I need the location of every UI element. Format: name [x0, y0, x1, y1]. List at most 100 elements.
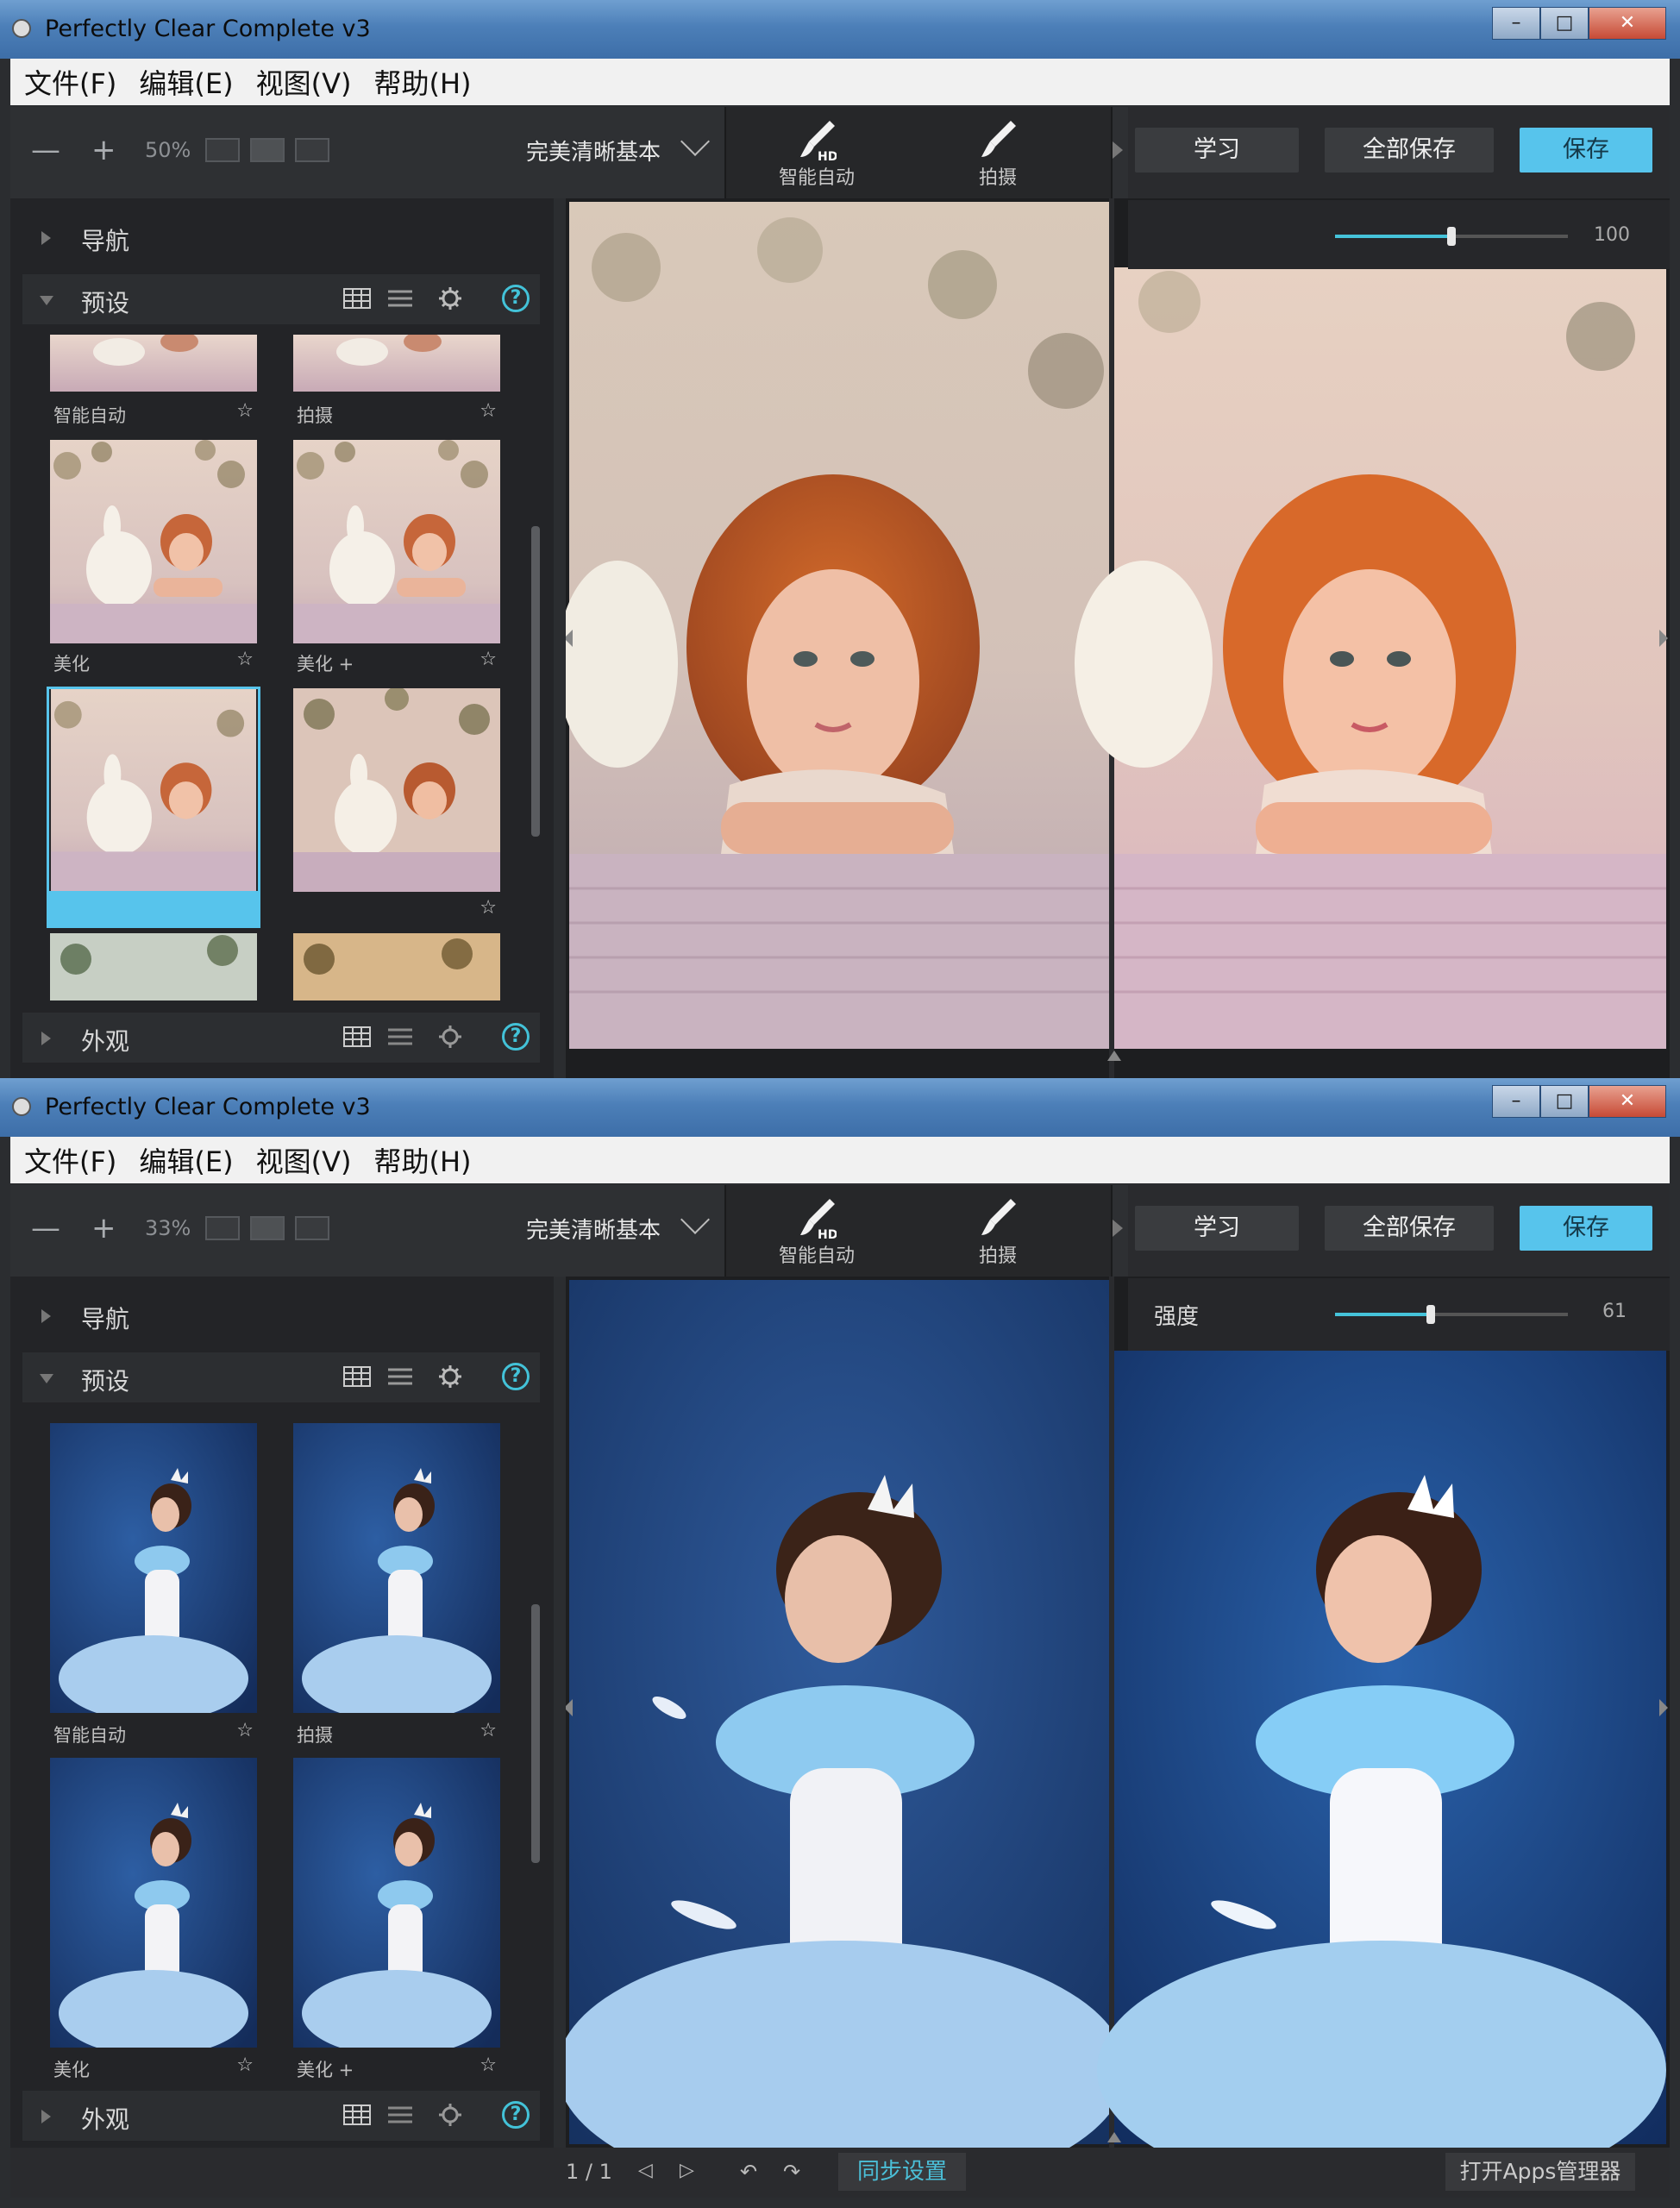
preset-thumbnail[interactable]: 拍摄 ☆	[293, 1423, 500, 1747]
preset-thumbnail[interactable]: 美化 ☆	[50, 440, 257, 678]
save-all-button[interactable]: 全部保存	[1325, 128, 1494, 172]
zoom-in-button[interactable]: +	[91, 133, 116, 167]
maximize-button[interactable]: □	[1540, 7, 1589, 40]
list-view-icon[interactable]	[386, 286, 414, 310]
preset-thumbnail[interactable]: 拍摄 ☆	[293, 335, 500, 430]
side-by-side-view-button[interactable]	[295, 138, 329, 162]
learn-button[interactable]: 学习	[1135, 1206, 1299, 1251]
panel-presets[interactable]: 预设 ?	[22, 274, 540, 324]
learn-button[interactable]: 学习	[1135, 128, 1299, 172]
star-icon[interactable]: ☆	[236, 400, 254, 422]
menu-edit[interactable]: 编辑(E)	[139, 62, 233, 102]
menu-file[interactable]: 文件(F)	[24, 62, 116, 102]
gear-icon[interactable]	[436, 1364, 464, 1389]
star-icon[interactable]: ☆	[480, 1720, 497, 1741]
undo-icon[interactable]: ↶	[740, 2160, 757, 2184]
tool-shoot[interactable]: 拍摄	[925, 1190, 1071, 1273]
expand-arrow-icon[interactable]	[1113, 1220, 1123, 1237]
menu-file[interactable]: 文件(F)	[24, 1140, 116, 1180]
help-icon[interactable]: ?	[502, 1363, 530, 1390]
menu-edit[interactable]: 编辑(E)	[139, 1140, 233, 1180]
preset-thumbnail[interactable]: 美化 + ☆	[293, 1758, 500, 2082]
strength-slider-knob[interactable]	[1426, 1305, 1435, 1324]
chevron-down-icon[interactable]	[680, 127, 710, 156]
save-button[interactable]: 保存	[1520, 128, 1652, 172]
list-view-icon[interactable]	[386, 2103, 414, 2127]
expand-arrow-icon[interactable]	[1113, 141, 1123, 159]
star-icon[interactable]: ☆	[236, 649, 254, 670]
single-view-button[interactable]	[205, 1216, 240, 1240]
photo-canvas[interactable]	[557, 198, 1670, 1078]
single-view-button[interactable]	[205, 138, 240, 162]
preset-thumbnail[interactable]	[50, 933, 257, 1000]
minimize-button[interactable]: –	[1492, 7, 1540, 40]
help-icon[interactable]: ?	[502, 1023, 530, 1051]
minimize-button[interactable]: –	[1492, 1085, 1540, 1118]
star-icon[interactable]: ☆	[236, 2054, 254, 2076]
preset-dropdown[interactable]: 完美清晰基本	[526, 1213, 661, 1245]
zoom-in-button[interactable]: +	[91, 1211, 116, 1245]
star-icon[interactable]: ☆	[480, 2054, 497, 2076]
redo-icon[interactable]: ↷	[783, 2160, 800, 2184]
grid-view-icon[interactable]	[343, 2103, 371, 2127]
menu-view[interactable]: 视图(V)	[256, 1140, 352, 1180]
list-view-icon[interactable]	[386, 1025, 414, 1049]
star-icon[interactable]: ☆	[480, 400, 497, 422]
tool-smart-auto[interactable]: HD 智能自动	[743, 112, 890, 195]
star-icon[interactable]: ☆	[236, 1720, 254, 1741]
panel-title: 导航	[81, 1305, 130, 1333]
side-by-side-view-button[interactable]	[295, 1216, 329, 1240]
photo-canvas[interactable]	[557, 1276, 1670, 2199]
preset-thumbnail[interactable]: 智能自动 ☆	[50, 1423, 257, 1747]
next-page-icon[interactable]: ▷	[680, 2160, 694, 2181]
prev-page-icon[interactable]: ◁	[638, 2160, 653, 2181]
preset-thumbnail[interactable]: 美化 + ☆	[293, 440, 500, 678]
panel-appearance[interactable]: 外观 ?	[22, 1013, 540, 1063]
help-icon[interactable]: ?	[502, 2101, 530, 2129]
maximize-button[interactable]: □	[1540, 1085, 1589, 1118]
preset-thumbnail[interactable]	[293, 933, 500, 1000]
preset-dropdown[interactable]: 完美清晰基本	[526, 135, 661, 166]
zoom-out-button[interactable]: —	[31, 133, 60, 167]
preset-thumbnail-selected[interactable]	[47, 687, 260, 928]
gear-icon[interactable]	[436, 2103, 464, 2127]
star-icon[interactable]: ☆	[480, 649, 497, 670]
save-all-button[interactable]: 全部保存	[1325, 1206, 1494, 1251]
sync-settings-button[interactable]: 同步设置	[838, 2153, 966, 2191]
left-panel: 导航 预设 ? 智能自动 ☆ 拍摄 ☆ 美化 ☆ 美化 + ☆ ☆ 外观 ?	[10, 198, 554, 1078]
star-icon[interactable]: ☆	[480, 897, 497, 919]
scrollbar[interactable]	[531, 1604, 540, 1863]
close-button[interactable]: ✕	[1589, 1085, 1666, 1118]
zoom-out-button[interactable]: —	[31, 1211, 60, 1245]
grid-view-icon[interactable]	[343, 1025, 371, 1049]
gear-icon[interactable]	[436, 286, 464, 310]
menu-help[interactable]: 帮助(H)	[373, 62, 471, 102]
preset-thumbnail[interactable]: 智能自动 ☆	[50, 335, 257, 430]
preset-thumbnail[interactable]: 美化 ☆	[50, 1758, 257, 2082]
tool-shoot[interactable]: 拍摄	[925, 112, 1071, 195]
grid-view-icon[interactable]	[343, 1364, 371, 1389]
status-bar: 1 / 1 ◁ ▷ ↶ ↷ 同步设置 打开Apps管理器	[10, 2148, 1670, 2198]
panel-presets[interactable]: 预设 ?	[22, 1352, 540, 1402]
grid-view-icon[interactable]	[343, 286, 371, 310]
split-view-button[interactable]	[250, 138, 285, 162]
strength-slider-fill	[1335, 1313, 1431, 1316]
panel-appearance[interactable]: 外观 ?	[22, 2091, 540, 2141]
scrollbar[interactable]	[531, 526, 540, 837]
strength-slider-knob[interactable]	[1447, 227, 1456, 246]
open-apps-manager-button[interactable]: 打开Apps管理器	[1445, 2153, 1635, 2191]
panel-navigation[interactable]: 导航	[22, 212, 540, 262]
help-icon[interactable]: ?	[502, 285, 530, 312]
close-button[interactable]: ✕	[1589, 7, 1666, 40]
split-view-button[interactable]	[250, 1216, 285, 1240]
gear-icon[interactable]	[436, 1025, 464, 1049]
list-view-icon[interactable]	[386, 1364, 414, 1389]
tool-smart-auto[interactable]: HD 智能自动	[743, 1190, 890, 1273]
save-button[interactable]: 保存	[1520, 1206, 1652, 1251]
thumbnail-caption: 美化 +	[297, 654, 354, 674]
panel-navigation[interactable]: 导航	[22, 1290, 540, 1340]
menu-help[interactable]: 帮助(H)	[373, 1140, 471, 1180]
chevron-down-icon[interactable]	[680, 1205, 710, 1234]
menu-view[interactable]: 视图(V)	[256, 62, 352, 102]
preset-thumbnail[interactable]: ☆	[293, 688, 500, 926]
